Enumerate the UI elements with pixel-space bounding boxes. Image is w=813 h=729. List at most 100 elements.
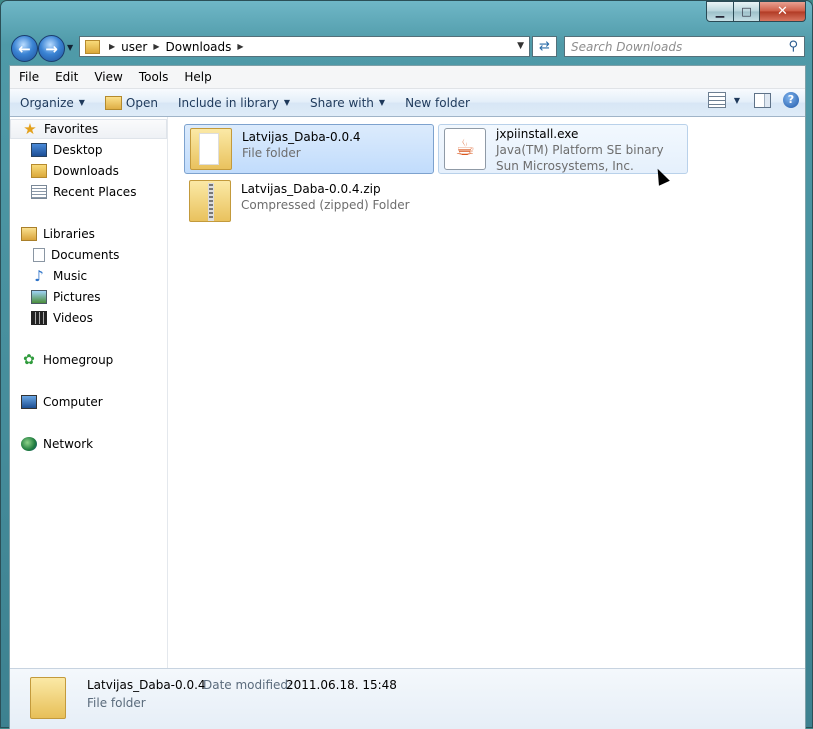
new-folder-label: New folder	[405, 95, 470, 110]
nav-downloads[interactable]: Downloads	[10, 161, 188, 181]
forward-button[interactable]: →	[38, 35, 65, 62]
desktop-icon	[31, 143, 47, 157]
nav-libraries-label: Libraries	[43, 227, 95, 241]
nav-videos-label: Videos	[53, 311, 93, 325]
address-bar[interactable]: ▶ user ▶ Downloads ▶ ▼	[79, 36, 530, 57]
java-icon: ☕	[444, 128, 486, 170]
chevron-down-icon[interactable]: ▼	[734, 96, 740, 105]
preview-pane-icon[interactable]	[754, 92, 771, 108]
file-item-latvijas-folder[interactable]: Latvijas_Daba-0.0.4 File folder	[184, 124, 434, 174]
nav-favorites[interactable]: ★ Favorites	[10, 119, 167, 139]
libraries-icon	[21, 227, 37, 241]
music-icon: ♪	[34, 267, 44, 285]
menu-bar: File Edit View Tools Help	[10, 66, 805, 89]
file-item-text: Latvijas_Daba-0.0.4.zip Compressed (zipp…	[241, 181, 410, 213]
chevron-right-icon[interactable]: ▶	[109, 42, 115, 51]
chevron-right-icon[interactable]: ▶	[237, 42, 243, 51]
search-box[interactable]: ⚲	[564, 36, 805, 57]
file-name: Latvijas_Daba-0.0.4	[242, 130, 361, 144]
nav-music-label: Music	[53, 269, 88, 283]
nav-homegroup-label: Homegroup	[43, 353, 114, 367]
folder-icon	[190, 128, 232, 170]
help-icon[interactable]: ?	[783, 92, 799, 108]
folder-icon	[30, 677, 66, 719]
file-company: Sun Microsystems, Inc.	[496, 159, 634, 173]
videos-icon	[31, 311, 47, 325]
nav-recent-places[interactable]: Recent Places	[10, 182, 188, 202]
chevron-down-icon: ▼	[78, 98, 85, 107]
include-in-library-label: Include in library	[177, 95, 279, 110]
caption-buttons: ▁ □ ✕	[706, 1, 806, 22]
organize-label: Organize	[20, 95, 74, 110]
menu-view[interactable]: View	[86, 70, 130, 84]
command-bar: Organize ▼ Open Include in library ▼ Share…	[10, 89, 805, 117]
open-folder-icon	[104, 95, 122, 110]
nav-videos[interactable]: Videos	[10, 308, 188, 328]
chevron-right-icon[interactable]: ▶	[153, 42, 159, 51]
file-type: File folder	[242, 146, 301, 160]
nav-network-label: Network	[43, 437, 94, 451]
minimize-button[interactable]: ▁	[706, 1, 734, 22]
close-button[interactable]: ✕	[760, 1, 806, 22]
file-item-jxpiinstall[interactable]: ☕ jxpiinstall.exe Java(TM) Platform SE b…	[438, 124, 688, 174]
nav-documents-label: Documents	[51, 248, 120, 262]
explorer-window: ▁ □ ✕ ← → ▼ ▶ user ▶ Downloads ▶ ▼ ⇄ ⚲ F…	[0, 0, 813, 729]
breadcrumb-user[interactable]: user	[121, 40, 147, 54]
file-description: Java(TM) Platform SE binary	[496, 143, 664, 157]
details-date-value: 2011.06.18. 15:48	[286, 678, 397, 692]
open-label: Open	[125, 95, 158, 110]
nav-desktop[interactable]: Desktop	[10, 140, 188, 160]
nav-computer[interactable]: Computer	[10, 392, 178, 412]
folder-icon	[85, 39, 100, 54]
nav-documents[interactable]: Documents	[10, 245, 188, 265]
details-pane: Latvijas_Daba-0.0.4 Date modified: 2011.…	[10, 668, 805, 729]
include-in-library-button[interactable]: Include in library ▼	[168, 96, 300, 110]
navigation-pane: ★ Favorites Desktop Downloads Recent Pla…	[10, 117, 168, 668]
search-icon[interactable]: ⚲	[788, 39, 798, 54]
organize-button[interactable]: Organize ▼	[10, 96, 95, 110]
file-name: Latvijas_Daba-0.0.4.zip	[241, 182, 381, 196]
refresh-button[interactable]: ⇄	[532, 36, 557, 57]
file-item-latvijas-zip[interactable]: Latvijas_Daba-0.0.4.zip Compressed (zipp…	[184, 177, 434, 227]
search-input[interactable]	[571, 38, 781, 55]
downloads-folder-icon	[31, 164, 47, 178]
share-with-label: Share with	[310, 95, 374, 110]
nav-computer-label: Computer	[43, 395, 103, 409]
network-icon	[21, 437, 37, 451]
file-type: Compressed (zipped) Folder	[241, 198, 410, 212]
nav-network[interactable]: Network	[10, 434, 178, 454]
menu-tools[interactable]: Tools	[131, 70, 177, 84]
details-type: File folder	[87, 696, 146, 710]
address-dropdown-icon[interactable]: ▼	[517, 41, 524, 51]
command-bar-right: ▼ ?	[707, 92, 799, 108]
file-item-text: jxpiinstall.exe Java(TM) Platform SE bin…	[496, 126, 664, 174]
change-view-icon[interactable]	[707, 92, 726, 108]
nav-homegroup[interactable]: ✿ Homegroup	[10, 350, 178, 370]
nav-pictures-label: Pictures	[53, 290, 101, 304]
nav-favorites-label: Favorites	[44, 122, 99, 136]
file-list: Latvijas_Daba-0.0.4 File folder ☕ jxpiin…	[168, 117, 805, 668]
nav-downloads-label: Downloads	[53, 164, 119, 178]
menu-file[interactable]: File	[10, 70, 47, 84]
open-button[interactable]: Open	[95, 95, 168, 110]
breadcrumb-downloads[interactable]: Downloads	[166, 40, 232, 54]
homegroup-icon: ✿	[23, 352, 35, 368]
nav-music[interactable]: ♪ Music	[10, 266, 188, 286]
details-date-label: Date modified:	[203, 678, 293, 692]
new-folder-button[interactable]: New folder	[395, 96, 480, 110]
back-button[interactable]: ←	[11, 35, 38, 62]
menu-edit[interactable]: Edit	[47, 70, 86, 84]
nav-libraries[interactable]: Libraries	[10, 224, 178, 244]
documents-icon	[33, 248, 45, 262]
file-name: jxpiinstall.exe	[496, 127, 579, 141]
recent-pages-dropdown[interactable]: ▼	[67, 43, 73, 52]
explorer-panel: File Edit View Tools Help Organize ▼ Open…	[9, 65, 806, 729]
navigation-bar: ← → ▼ ▶ user ▶ Downloads ▶ ▼ ⇄ ⚲	[1, 31, 812, 63]
share-with-button[interactable]: Share with ▼	[300, 96, 395, 110]
file-item-text: Latvijas_Daba-0.0.4 File folder	[242, 129, 361, 161]
pictures-icon	[31, 290, 47, 304]
details-name: Latvijas_Daba-0.0.4	[87, 678, 206, 692]
nav-pictures[interactable]: Pictures	[10, 287, 188, 307]
maximize-button[interactable]: □	[734, 1, 760, 22]
menu-help[interactable]: Help	[176, 70, 219, 84]
